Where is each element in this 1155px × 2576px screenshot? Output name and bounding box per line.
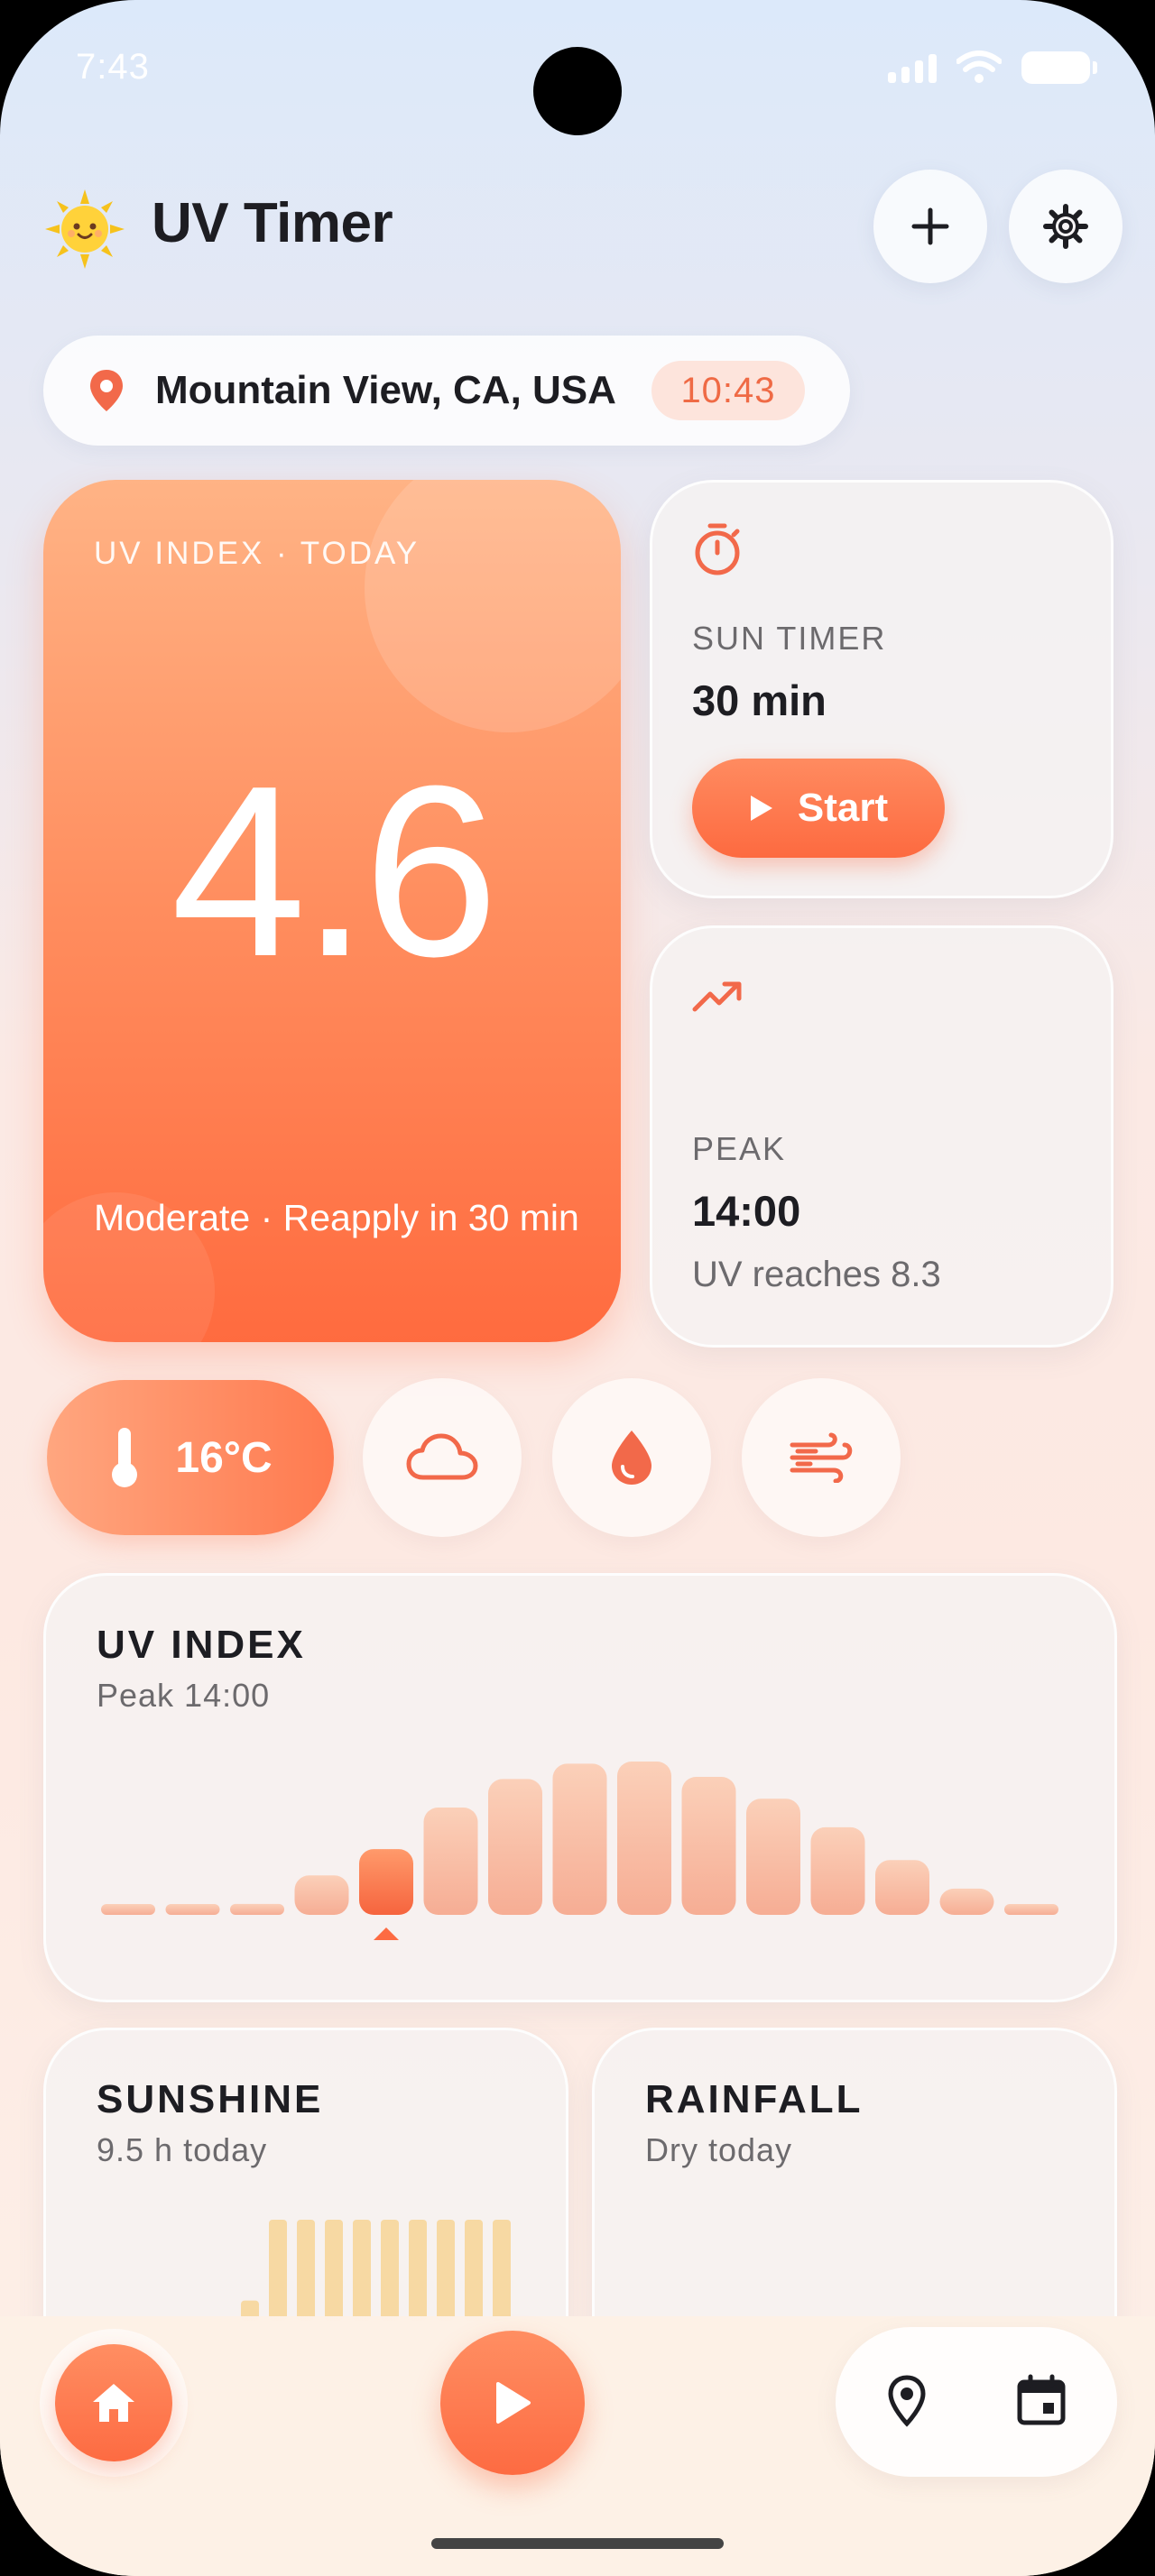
start-timer-button[interactable]: Start xyxy=(692,759,945,858)
uv-bar[interactable] xyxy=(875,1860,929,1915)
status-icons xyxy=(888,51,1097,85)
local-time-badge: 10:43 xyxy=(651,361,805,420)
sun-timer-value: 30 min xyxy=(692,676,827,724)
sunshine-bar xyxy=(297,2220,315,2321)
home-button[interactable] xyxy=(40,2329,188,2477)
battery-icon xyxy=(1021,51,1097,84)
home-button-fill xyxy=(55,2344,172,2461)
play-icon xyxy=(496,2382,531,2424)
sun-timer-card[interactable]: SUN TIMER 30 min Start xyxy=(650,480,1113,898)
start-button-label: Start xyxy=(797,786,889,830)
humidity-chip[interactable] xyxy=(552,1378,711,1537)
uv-bar[interactable] xyxy=(101,1904,155,1915)
uv-index-card[interactable]: UV INDEX · TODAY 4.6 Moderate · Reapply … xyxy=(43,480,621,1342)
sun-timer-label: SUN TIMER xyxy=(692,620,887,657)
uv-bar[interactable] xyxy=(810,1826,865,1915)
sunshine-bar xyxy=(381,2220,399,2321)
trending-up-icon xyxy=(692,981,742,1012)
home-indicator[interactable] xyxy=(431,2538,724,2549)
peak-card[interactable]: PEAK 14:00 UV reaches 8.3 xyxy=(650,925,1113,1348)
rainfall-subtitle: Dry today xyxy=(645,2131,793,2168)
uv-bar[interactable] xyxy=(488,1779,542,1915)
peak-value: 14:00 xyxy=(692,1187,801,1235)
uv-index-chart-card[interactable]: UV INDEX Peak 14:00 xyxy=(43,1573,1117,2002)
phone-screen: 7:43 UV Timer Mountain View, CA, USA 10:… xyxy=(0,0,1155,2576)
wind-chip[interactable] xyxy=(742,1378,901,1537)
plus-icon xyxy=(911,207,949,245)
peak-note: UV reaches 8.3 xyxy=(692,1255,941,1294)
uv-bar[interactable] xyxy=(1004,1904,1058,1915)
calendar-icon[interactable] xyxy=(1016,2374,1067,2426)
location-pin-icon xyxy=(90,370,123,411)
sunshine-bar xyxy=(269,2220,287,2321)
nav-actions xyxy=(836,2327,1117,2477)
sunshine-bar xyxy=(437,2220,455,2321)
rainfall-title: RAINFALL xyxy=(645,2077,864,2121)
sunshine-bar xyxy=(353,2220,371,2321)
sunshine-bar xyxy=(409,2220,427,2321)
uv-bar[interactable] xyxy=(617,1762,671,1915)
gear-icon xyxy=(1043,204,1088,249)
settings-button[interactable] xyxy=(1009,170,1123,283)
sunshine-bar xyxy=(325,2220,343,2321)
home-icon xyxy=(93,2384,134,2422)
play-button[interactable] xyxy=(440,2331,585,2475)
location-name: Mountain View, CA, USA xyxy=(155,368,616,412)
temperature-chip[interactable]: 16°C xyxy=(47,1380,334,1535)
uv-bar[interactable] xyxy=(359,1849,413,1915)
front-camera xyxy=(533,47,622,135)
uv-index-subtitle: Moderate · Reapply in 30 min xyxy=(94,1197,579,1238)
location-selector[interactable]: Mountain View, CA, USA 10:43 xyxy=(43,336,850,446)
uv-bar[interactable] xyxy=(552,1763,607,1915)
decorative-bubble xyxy=(365,480,621,732)
play-icon xyxy=(750,796,772,821)
uv-bar[interactable] xyxy=(230,1903,284,1915)
peak-label: PEAK xyxy=(692,1130,787,1167)
uv-bar[interactable] xyxy=(939,1888,994,1915)
uv-index-label: UV INDEX · TODAY xyxy=(94,536,420,571)
uv-bar[interactable] xyxy=(165,1904,220,1915)
water-drop-icon xyxy=(612,1431,651,1485)
uv-bar[interactable] xyxy=(423,1808,478,1915)
app-title: UV Timer xyxy=(152,192,393,254)
uv-bar-chart xyxy=(101,1762,1058,1940)
status-time: 7:43 xyxy=(76,47,150,87)
uv-bar[interactable] xyxy=(746,1799,800,1915)
wifi-icon xyxy=(956,51,1002,83)
location-pin-outline-icon[interactable] xyxy=(886,2374,928,2428)
cloud-icon xyxy=(406,1433,478,1480)
uv-bar[interactable] xyxy=(294,1875,349,1915)
temperature-value: 16°C xyxy=(175,1433,273,1482)
stopwatch-icon xyxy=(695,523,740,575)
add-button[interactable] xyxy=(873,170,987,283)
uv-bar[interactable] xyxy=(681,1777,736,1915)
thermometer-icon xyxy=(112,1428,138,1487)
signal-icon xyxy=(888,52,937,83)
sun-emoji-icon xyxy=(45,189,125,269)
selected-bar-indicator xyxy=(374,1927,399,1940)
cloud-chip[interactable] xyxy=(363,1378,522,1537)
wind-icon xyxy=(790,1432,853,1483)
sunshine-bar xyxy=(493,2220,511,2321)
sunshine-bar xyxy=(465,2220,483,2321)
uv-index-value: 4.6 xyxy=(171,736,498,1007)
